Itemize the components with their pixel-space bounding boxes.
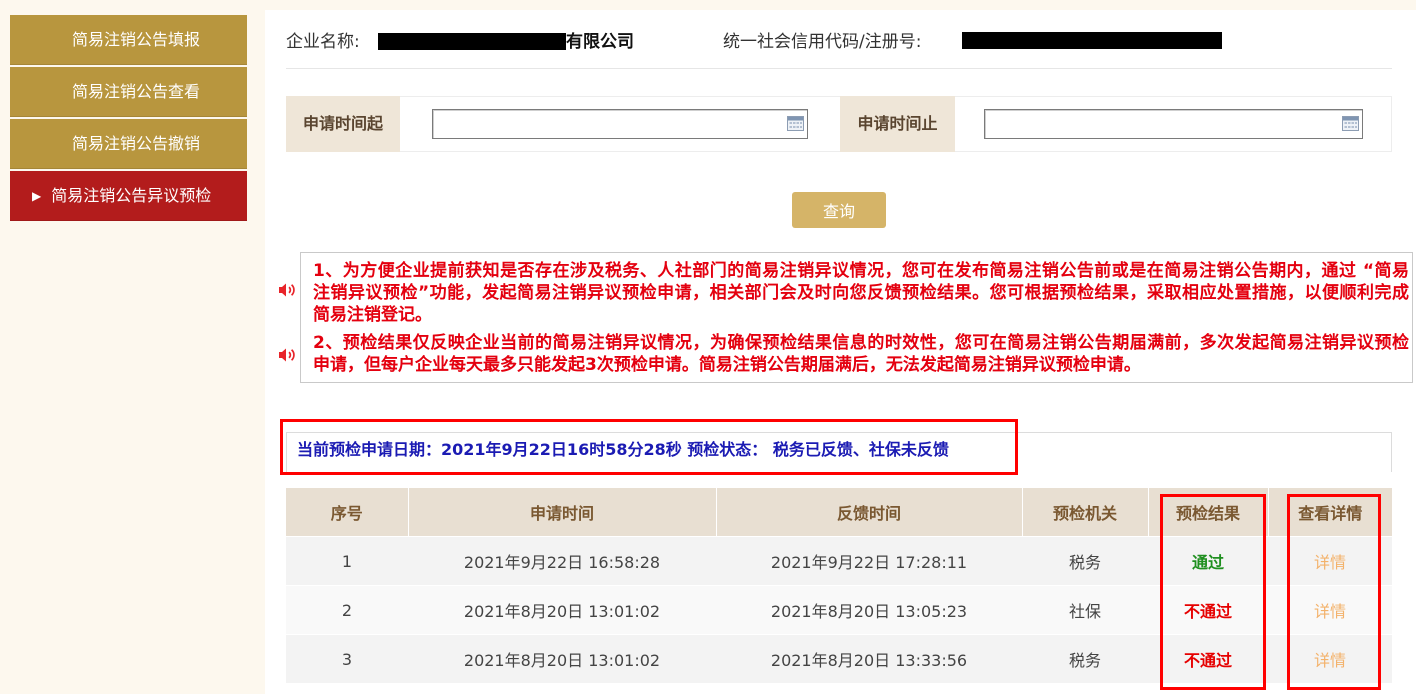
row-result: 不通过: [1148, 634, 1268, 683]
notice-line: 1、为方便企业提前获知是否存在涉及税务、人社部门的简易注销异议情况，您可在发布简…: [313, 261, 1409, 281]
end-date-input[interactable]: [985, 110, 1334, 138]
sidebar-item-label: 简易注销公告查看: [72, 82, 201, 101]
detail-link[interactable]: 详情: [1268, 634, 1392, 683]
sidebar-item-label: 简易注销公告填报: [72, 30, 201, 49]
detail-link[interactable]: 详情: [1268, 585, 1392, 635]
row-authority: 税务: [1022, 634, 1148, 683]
notice-box: 1、为方便企业提前获知是否存在涉及税务、人社部门的简易注销异议情况，您可在发布简…: [300, 252, 1413, 383]
table-row: 2 2021年8月20日 13:01:02 2021年8月20日 13:05:2…: [286, 585, 1392, 635]
precheck-status-text: 当前预检申请日期：2021年9月22日16时58分28秒 预检状态： 税务已反馈…: [297, 440, 949, 459]
sidebar-item-fill[interactable]: 简易注销公告填报: [10, 15, 247, 65]
company-name-suffix: 有限公司: [566, 32, 634, 52]
calendar-icon[interactable]: [787, 116, 804, 131]
query-button[interactable]: 查询: [792, 192, 886, 228]
row-feedback-time: 2021年9月22日 17:28:11: [716, 536, 1022, 586]
notice-line: 申请，但每户企业每天最多只能发起3次预检申请。简易注销公告期届满后，无法发起简易…: [313, 355, 1141, 375]
column-header-authority: 预检机关: [1022, 488, 1149, 537]
row-result: 不通过: [1148, 585, 1268, 635]
notice-line: 注销异议预检”功能，发起简易注销异议预检申请，相关部门会及时向您反馈预检结果。您…: [313, 283, 1409, 303]
speaker-icon: [279, 348, 295, 362]
credit-code-label: 统一社会信用代码/注册号:: [723, 32, 922, 52]
triangle-right-icon: ▶: [32, 189, 42, 203]
notice-line: 简易注销登记。: [313, 305, 432, 325]
row-apply-time: 2021年9月22日 16:58:28: [408, 536, 716, 586]
notice-line: 2、预检结果仅反映企业当前的简易注销异议情况，为确保预检结果信息的时效性，您可在…: [313, 333, 1409, 353]
table-row: 1 2021年9月22日 16:58:28 2021年9月22日 17:28:1…: [286, 536, 1392, 586]
search-form: 申请时间起 申请时间止: [286, 96, 1392, 152]
speaker-icon: [279, 283, 295, 297]
header-divider: [286, 68, 1392, 69]
row-index: 1: [286, 536, 408, 586]
column-header-apply-time: 申请时间: [408, 488, 717, 537]
sidebar-item-label: 简易注销公告异议预检: [51, 186, 212, 205]
end-date-label: 申请时间止: [840, 96, 955, 152]
sidebar-item-label: 简易注销公告撤销: [72, 134, 201, 153]
notice-paragraph: 2、预检结果仅反映企业当前的简易注销异议情况，为确保预检结果信息的时效性，您可在…: [313, 332, 1409, 376]
row-result: 通过: [1148, 536, 1268, 586]
company-name-label: 企业名称:: [286, 32, 360, 52]
column-header-result: 预检结果: [1148, 488, 1269, 537]
start-date-field[interactable]: [432, 109, 808, 139]
table-header-row: 序号 申请时间 反馈时间 预检机关 预检结果 查看详情: [286, 488, 1392, 537]
precheck-results-table: 序号 申请时间 反馈时间 预检机关 预检结果 查看详情 1 2021年9月22日…: [286, 488, 1392, 683]
column-header-feedback-time: 反馈时间: [716, 488, 1023, 537]
row-authority: 税务: [1022, 536, 1148, 586]
column-header-detail: 查看详情: [1268, 488, 1392, 537]
column-header-index: 序号: [286, 488, 409, 537]
page: 简易注销公告填报 简易注销公告查看 简易注销公告撤销 ▶ 简易注销公告异议预检 企…: [0, 0, 1416, 694]
row-index: 2: [286, 585, 408, 635]
row-feedback-time: 2021年8月20日 13:33:56: [716, 634, 1022, 683]
precheck-status-panel: 当前预检申请日期：2021年9月22日16时58分28秒 预检状态： 税务已反馈…: [286, 432, 1392, 472]
row-feedback-time: 2021年8月20日 13:05:23: [716, 585, 1022, 635]
redacted-credit-code: [962, 32, 1222, 49]
sidebar-item-view[interactable]: 简易注销公告查看: [10, 67, 247, 117]
row-index: 3: [286, 634, 408, 683]
row-authority: 社保: [1022, 585, 1148, 635]
sidebar-item-objection-precheck[interactable]: ▶ 简易注销公告异议预检: [10, 171, 247, 221]
row-apply-time: 2021年8月20日 13:01:02: [408, 634, 716, 683]
sidebar-item-revoke[interactable]: 简易注销公告撤销: [10, 119, 247, 169]
end-date-field[interactable]: [984, 109, 1363, 139]
row-apply-time: 2021年8月20日 13:01:02: [408, 585, 716, 635]
start-date-label: 申请时间起: [286, 96, 400, 152]
redacted-company-name: [378, 33, 566, 50]
table-row: 3 2021年8月20日 13:01:02 2021年8月20日 13:33:5…: [286, 634, 1392, 683]
notice-paragraph: 1、为方便企业提前获知是否存在涉及税务、人社部门的简易注销异议情况，您可在发布简…: [313, 260, 1409, 326]
detail-link[interactable]: 详情: [1268, 536, 1392, 586]
calendar-icon[interactable]: [1342, 116, 1359, 131]
start-date-input[interactable]: [433, 110, 779, 138]
